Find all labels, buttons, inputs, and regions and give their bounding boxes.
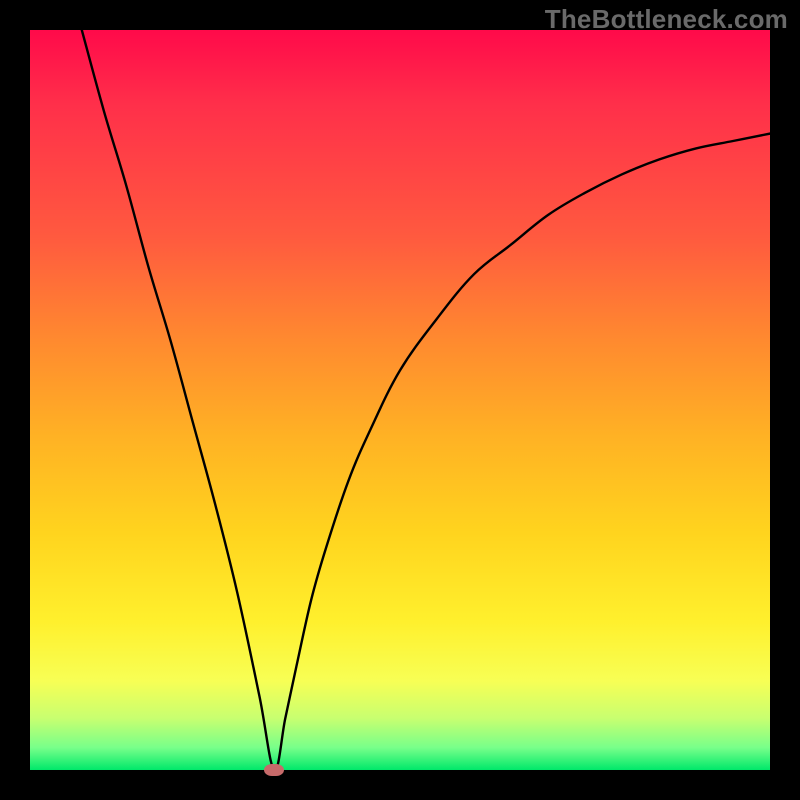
minimum-marker — [264, 764, 284, 776]
chart-frame: TheBottleneck.com — [0, 0, 800, 800]
watermark-text: TheBottleneck.com — [545, 4, 788, 35]
bottleneck-curve-svg — [30, 30, 770, 770]
bottleneck-curve-path — [82, 30, 770, 770]
plot-area — [30, 30, 770, 770]
